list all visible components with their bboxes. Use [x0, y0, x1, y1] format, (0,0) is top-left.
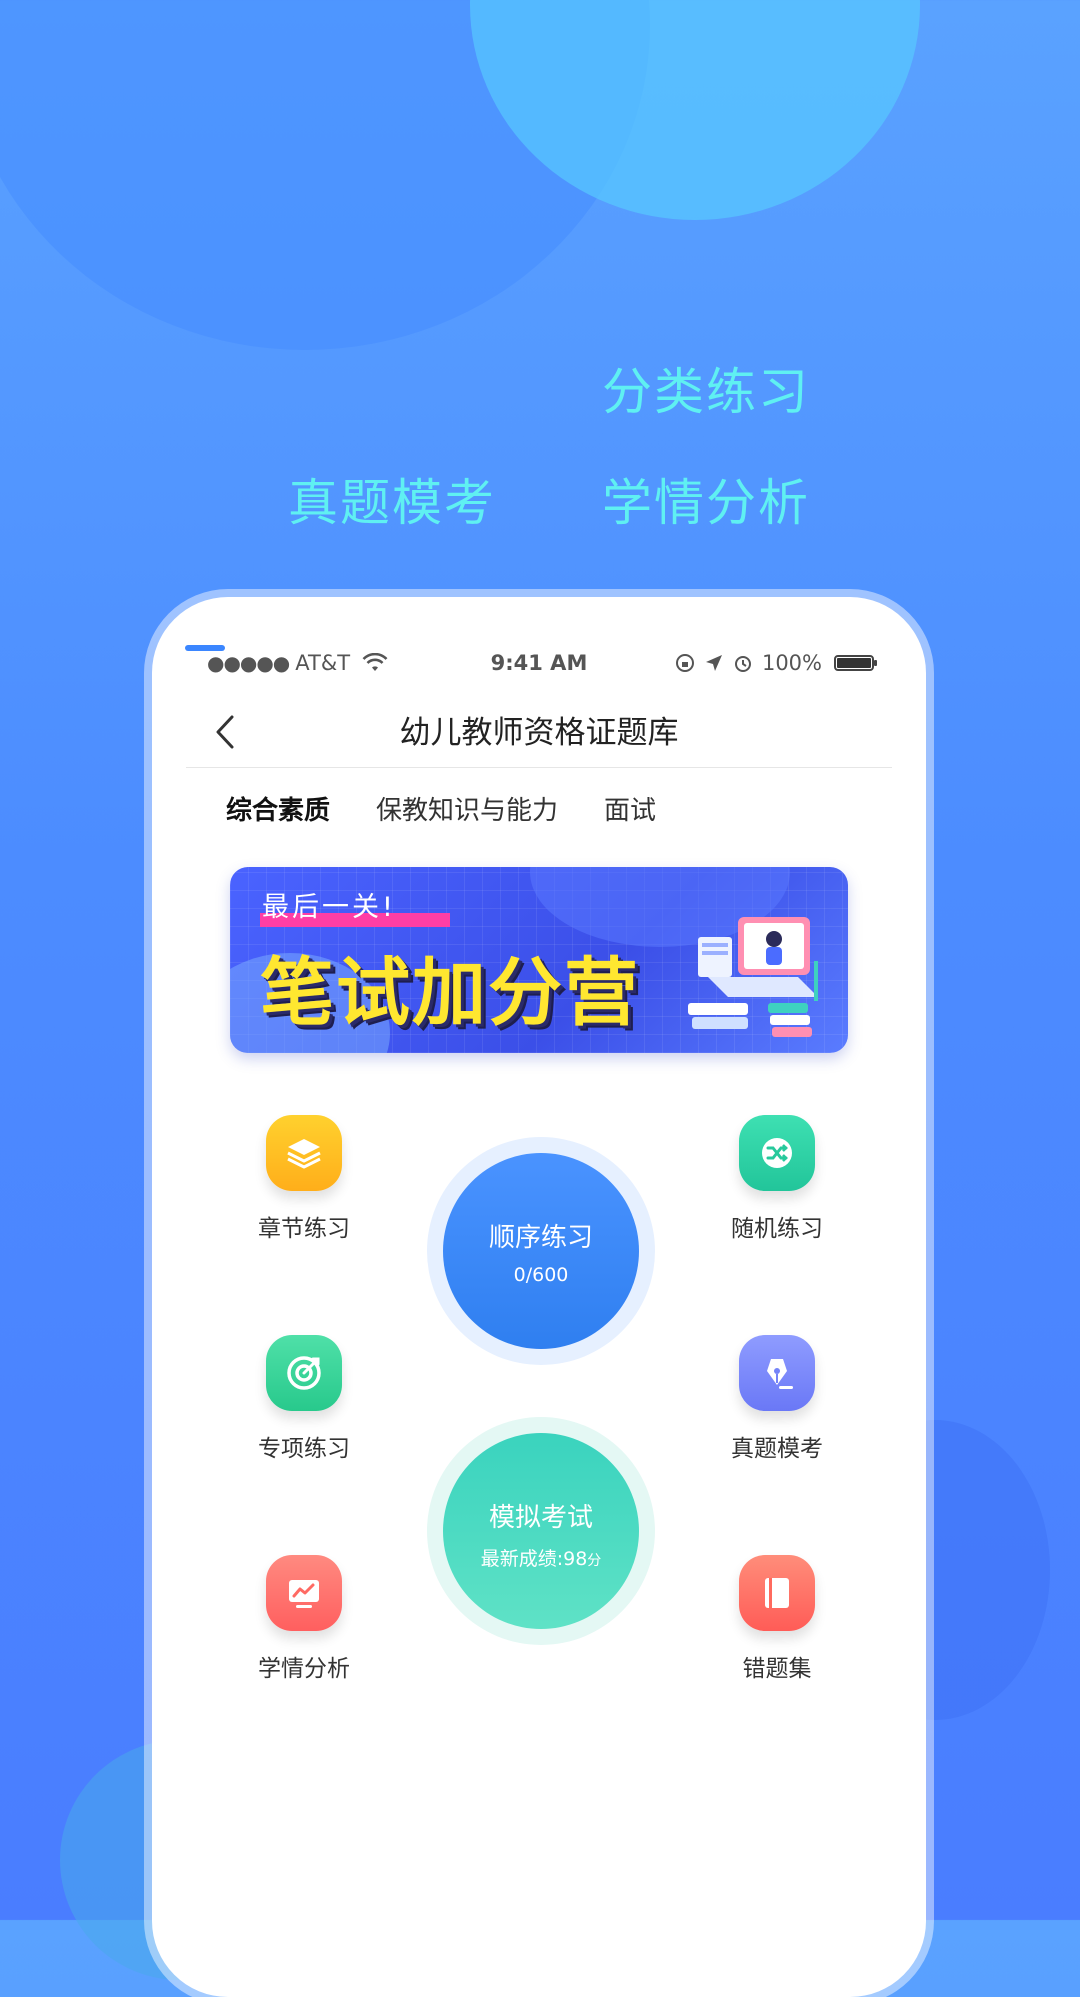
special-practice-entry[interactable]: 专项练习	[234, 1335, 374, 1463]
tab-interview[interactable]: 面试	[604, 790, 656, 837]
real-exam-entry[interactable]: 真题模考	[707, 1335, 847, 1463]
promo-text-mock-exam: 真题模考	[288, 474, 496, 532]
chapter-practice-button[interactable]	[266, 1115, 342, 1191]
teacher-illustration-icon	[688, 917, 818, 1037]
pen-nib-icon	[767, 1359, 793, 1389]
status-bar: ●●●●● AT&T 9:41 AM 100%	[152, 645, 926, 681]
layers-icon	[287, 1139, 321, 1169]
random-practice-label: 随机练习	[731, 1216, 823, 1242]
alarm-icon	[734, 656, 751, 672]
mock-exam-score-unit: 分	[587, 1553, 602, 1569]
banner-tag: 最后一关!	[262, 892, 396, 923]
tab-childcare-knowledge[interactable]: 保教知识与能力	[376, 790, 558, 837]
mistakes-button[interactable]	[739, 1555, 815, 1631]
mock-exam-score-value: 98	[563, 1548, 588, 1570]
navigation-bar: 幼儿教师资格证题库	[152, 697, 926, 767]
mock-exam-score-label: 最新成绩:	[480, 1548, 564, 1570]
chapter-practice-label: 章节练习	[258, 1216, 350, 1242]
sequential-practice-button[interactable]: 顺序练习 0/600	[443, 1153, 639, 1349]
location-arrow-icon	[705, 655, 722, 671]
promo-text-learning-analysis: 学情分析	[602, 474, 810, 532]
mock-exam-score: 最新成绩:98分	[443, 1544, 639, 1571]
target-icon	[287, 1356, 321, 1390]
rotation-lock-icon	[675, 654, 694, 672]
special-practice-button[interactable]	[266, 1335, 342, 1411]
sequential-practice-title: 顺序练习	[488, 1223, 593, 1253]
mistakes-entry[interactable]: 错题集	[707, 1555, 847, 1683]
mock-exam-title: 模拟考试	[488, 1503, 593, 1533]
special-practice-label: 专项练习	[258, 1436, 350, 1462]
learning-analysis-button[interactable]	[266, 1555, 342, 1631]
mistakes-label: 错题集	[742, 1656, 812, 1682]
subject-tabs: 综合素质 保教知识与能力 面试	[226, 790, 656, 837]
sequential-practice-progress: 0/600	[513, 1264, 569, 1286]
battery-percent: 100%	[761, 651, 822, 675]
chart-monitor-icon	[289, 1580, 319, 1608]
tab-comprehensive-quality[interactable]: 综合素质	[226, 790, 330, 837]
shuffle-icon	[762, 1138, 792, 1168]
real-exam-label: 真题模考	[731, 1436, 823, 1462]
chapter-practice-entry[interactable]: 章节练习	[234, 1115, 374, 1243]
real-exam-button[interactable]	[739, 1335, 815, 1411]
battery-icon	[834, 655, 877, 671]
notebook-icon	[765, 1578, 789, 1608]
status-right: 100%	[674, 651, 877, 675]
promo-text-category-practice: 分类练习	[602, 363, 810, 421]
random-practice-entry[interactable]: 随机练习	[707, 1115, 847, 1243]
mock-exam-button[interactable]: 模拟考试 最新成绩:98分	[443, 1433, 639, 1629]
banner-headline: 笔试加分营	[260, 950, 640, 1036]
random-practice-button[interactable]	[739, 1115, 815, 1191]
learning-analysis-label: 学情分析	[258, 1656, 350, 1682]
nav-divider	[186, 767, 892, 768]
page-title: 幼儿教师资格证题库	[399, 715, 679, 751]
promo-banner[interactable]: 最后一关! 笔试加分营	[230, 867, 848, 1053]
phone-frame: ●●●●● AT&T 9:41 AM 100% 幼儿教师资格证题库 综合素质 保…	[152, 597, 926, 1997]
active-tab-indicator	[185, 645, 225, 651]
learning-analysis-entry[interactable]: 学情分析	[234, 1555, 374, 1683]
